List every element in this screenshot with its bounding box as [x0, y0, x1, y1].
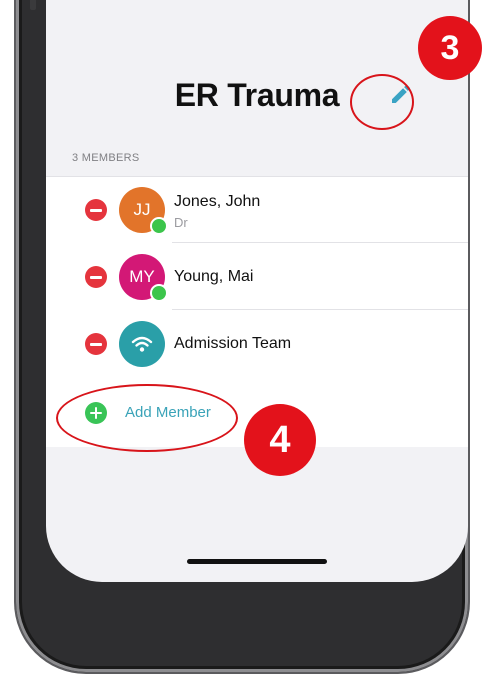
avatar: MY	[119, 254, 168, 302]
step-badge-4: 4	[244, 404, 316, 476]
avatar-initials: JJ	[133, 200, 151, 219]
member-name: Jones, John	[174, 193, 261, 210]
side-button	[30, 0, 36, 10]
home-indicator	[187, 559, 327, 564]
member-name: Young, Mai	[174, 268, 254, 285]
remove-member-icon[interactable]	[85, 266, 107, 288]
member-row-jones-john[interactable]: JJ Jones, John Dr	[46, 177, 468, 243]
member-row-young-mai[interactable]: MY Young, Mai	[46, 244, 468, 310]
add-member-highlight-ring	[56, 384, 238, 452]
remove-member-icon[interactable]	[85, 199, 107, 221]
member-name: Admission Team	[174, 335, 292, 352]
avatar-initials: MY	[129, 267, 155, 286]
divider	[172, 242, 468, 243]
divider	[172, 309, 468, 310]
member-row-admission-team[interactable]: Admission Team	[46, 311, 468, 377]
step-badge-3: 3	[418, 16, 482, 80]
online-status-icon	[150, 284, 168, 302]
remove-member-icon[interactable]	[85, 333, 107, 355]
member-title: Dr	[174, 215, 188, 230]
edit-highlight-ring	[350, 74, 414, 130]
avatar: JJ	[119, 187, 168, 235]
wifi-icon	[131, 336, 153, 352]
members-count-header: 3 MEMBERS	[72, 152, 140, 164]
avatar	[119, 321, 165, 367]
online-status-icon	[150, 217, 168, 235]
